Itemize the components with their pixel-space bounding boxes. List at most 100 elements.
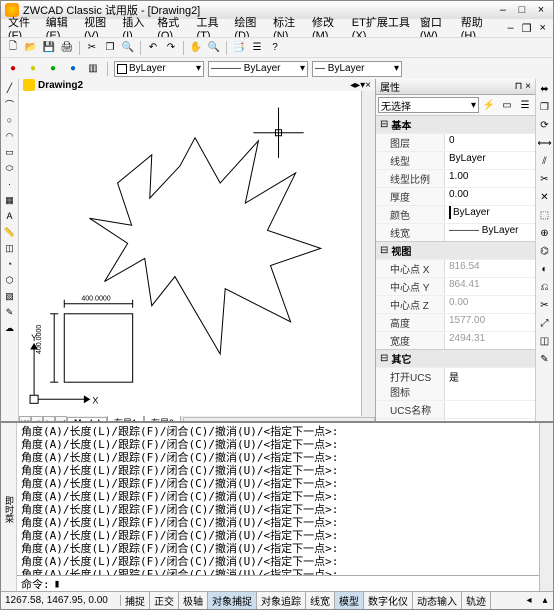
layer-yellow-icon[interactable]: ● [25, 61, 41, 77]
status-正交[interactable]: 正交 [150, 592, 179, 609]
doc-close-icon[interactable]: × [365, 80, 371, 91]
prop-close-icon[interactable]: × [525, 81, 531, 92]
undo-icon[interactable]: ↶ [145, 40, 161, 56]
command-line[interactable]: 命令: ▮ [17, 575, 539, 591]
properties-panel: 属性 ⊓ × 无选择▾ ⚡ ▭ ☰ 基本 图层0 线型ByLayer 线型比例1… [375, 79, 535, 421]
arc-icon[interactable]: ◠ [3, 129, 17, 143]
lineweight-combo[interactable]: — ByLayer▾ [312, 61, 402, 77]
trim-icon[interactable]: ✂ [537, 171, 553, 187]
mod5-icon[interactable]: ⎌ [537, 279, 553, 295]
more6-icon[interactable]: ☁ [3, 321, 17, 335]
cmd-vscroll[interactable] [539, 423, 553, 591]
status-left-icon[interactable]: ◂ [521, 593, 537, 609]
layers-icon[interactable]: 📑 [231, 40, 247, 56]
status-数字化仪[interactable]: 数字化仪 [364, 592, 413, 609]
status-轨迹[interactable]: 轨迹 [462, 592, 491, 609]
group-basic[interactable]: 基本 [376, 115, 535, 133]
prop-ucsicon-val[interactable]: 是 [444, 368, 535, 400]
mod7-icon[interactable]: ⤢ [537, 315, 553, 331]
cut-icon[interactable]: ✂ [84, 40, 100, 56]
mod6-icon[interactable]: ✂ [537, 297, 553, 313]
prop-lw-val[interactable]: ——— ByLayer [444, 224, 535, 241]
more2-icon[interactable]: ◔ [3, 257, 17, 271]
group-other[interactable]: 其它 [376, 349, 535, 367]
status-up-icon[interactable]: ▴ [537, 593, 553, 609]
point-icon[interactable]: · [3, 177, 17, 191]
linetype-combo[interactable]: ——— ByLayer▾ [208, 61, 308, 77]
prop-layer-val[interactable]: 0 [444, 134, 535, 151]
prop-color-val[interactable]: ByLayer [444, 206, 535, 223]
mirror-icon[interactable]: ⟷ [537, 135, 553, 151]
mod8-icon[interactable]: ◫ [537, 333, 553, 349]
more1-icon[interactable]: ◫ [3, 241, 17, 255]
mod4-icon[interactable]: ◐ [537, 261, 553, 277]
color-combo[interactable]: ByLayer▾ [114, 61, 204, 77]
save-icon[interactable]: 💾 [41, 40, 57, 56]
props-icon[interactable]: ☰ [249, 40, 265, 56]
layer-iso-icon[interactable]: ▥ [85, 61, 101, 77]
drawing-canvas[interactable]: 400.0000 400.0000 X Y [19, 91, 361, 416]
layer-red-icon[interactable]: ● [5, 61, 21, 77]
ellipse-icon[interactable]: ⬭ [3, 161, 17, 175]
coords-display[interactable]: 1267.58, 1467.95, 0.00 [1, 595, 121, 606]
status-模型[interactable]: 模型 [335, 592, 364, 609]
properties-title: 属性 [380, 79, 515, 94]
prop-pin-icon[interactable]: ⊓ [515, 81, 523, 92]
selection-combo[interactable]: 无选择▾ [378, 97, 479, 113]
group-view[interactable]: 视图 [376, 241, 535, 259]
zoom-icon[interactable]: 🔍 [206, 40, 222, 56]
copy2-icon[interactable]: ❐ [537, 99, 553, 115]
move-icon[interactable]: ⬌ [537, 81, 553, 97]
offset-icon[interactable]: ⫽ [537, 153, 553, 169]
erase-icon[interactable]: ✕ [537, 189, 553, 205]
minimize-button[interactable]: – [495, 4, 511, 16]
mdi-minimize-button[interactable]: – [505, 22, 517, 34]
line-icon[interactable]: ╱ [3, 81, 17, 95]
quick-select-icon[interactable]: ⚡ [481, 97, 497, 113]
close-button[interactable]: × [533, 4, 549, 16]
status-对象追踪[interactable]: 对象追踪 [257, 592, 306, 609]
mdi-restore-button[interactable]: ❐ [519, 22, 535, 35]
select-objects-icon[interactable]: ▭ [499, 97, 515, 113]
prop-linetype-val[interactable]: ByLayer [444, 152, 535, 169]
pickadd-icon[interactable]: ☰ [517, 97, 533, 113]
circle-icon[interactable]: ○ [3, 113, 17, 127]
document-tab[interactable]: Drawing2 ◂ ▸ ▾ × [19, 79, 375, 91]
mod2-icon[interactable]: ⊕ [537, 225, 553, 241]
prop-ucsname-val[interactable] [444, 401, 535, 418]
hatch-icon[interactable]: ▦ [3, 193, 17, 207]
mod9-icon[interactable]: ✎ [537, 351, 553, 367]
more5-icon[interactable]: ✎ [3, 305, 17, 319]
text-icon[interactable]: A [3, 209, 17, 223]
mdi-close-button[interactable]: × [537, 22, 549, 34]
prop-linetype-key: 线型 [376, 152, 444, 169]
rotate-icon[interactable]: ⟳ [537, 117, 553, 133]
status-动态输入[interactable]: 动态输入 [413, 592, 462, 609]
find-icon[interactable]: 🔍 [120, 40, 136, 56]
status-对象捕捉[interactable]: 对象捕捉 [208, 592, 257, 609]
maximize-button[interactable]: □ [514, 4, 530, 16]
prop-thickness-val[interactable]: 0.00 [444, 188, 535, 205]
layer-green-icon[interactable]: ● [45, 61, 61, 77]
redo-icon[interactable]: ↷ [163, 40, 179, 56]
status-捕捉[interactable]: 捕捉 [121, 592, 150, 609]
pan-icon[interactable]: ✋ [188, 40, 204, 56]
new-icon[interactable]: 🗋 [5, 40, 21, 56]
more3-icon[interactable]: ⬡ [3, 273, 17, 287]
open-icon[interactable]: 📂 [23, 40, 39, 56]
copy-icon[interactable]: ❐ [102, 40, 118, 56]
layer-blue-icon[interactable]: ● [65, 61, 81, 77]
more4-icon[interactable]: ▧ [3, 289, 17, 303]
dist-icon[interactable]: 📏 [3, 225, 17, 239]
command-log[interactable]: 角度(A)/长度(L)/跟踪(F)/闭合(C)/撤消(U)/<指定下一点>: 角… [17, 423, 539, 575]
pline-icon[interactable]: ⌒ [3, 97, 17, 111]
print-icon[interactable]: 🖨 [59, 40, 75, 56]
mod1-icon[interactable]: ⬚ [537, 207, 553, 223]
mod3-icon[interactable]: ⌬ [537, 243, 553, 259]
prop-ltscale-val[interactable]: 1.00 [444, 170, 535, 187]
rect-icon[interactable]: ▭ [3, 145, 17, 159]
canvas-vscroll[interactable] [361, 91, 375, 416]
help-icon[interactable]: ? [267, 40, 283, 56]
status-线宽[interactable]: 线宽 [306, 592, 335, 609]
status-极轴[interactable]: 极轴 [179, 592, 208, 609]
